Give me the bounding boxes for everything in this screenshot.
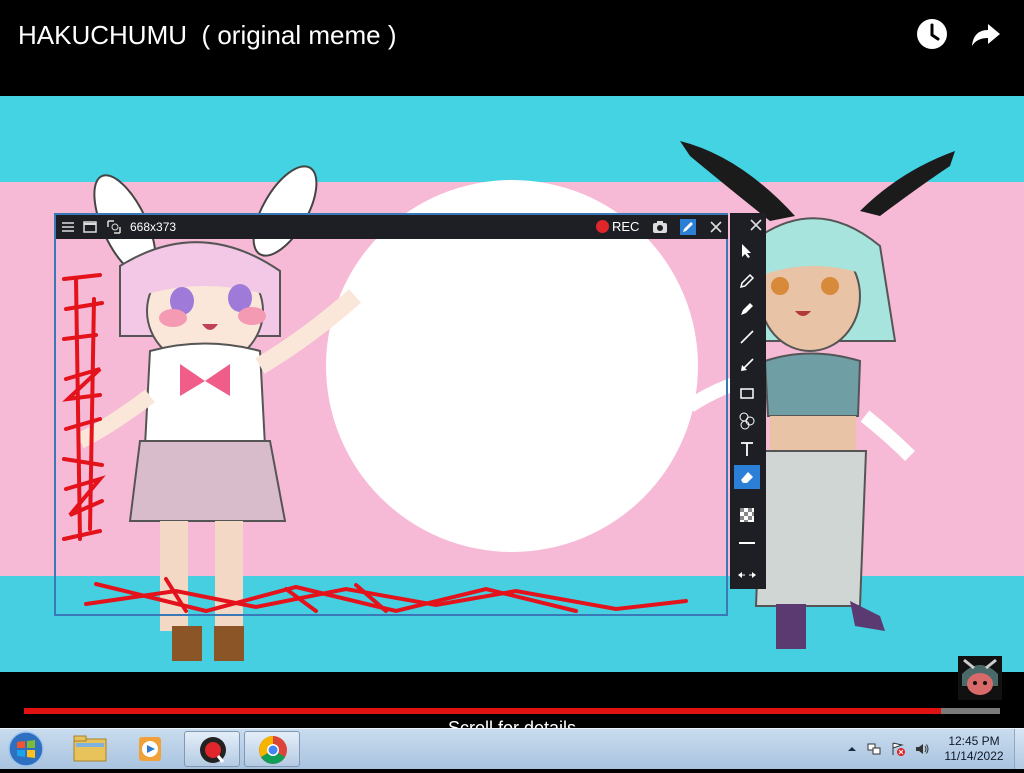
marker-icon[interactable]: [734, 297, 760, 321]
red-annotation-scribbles: [62, 273, 688, 614]
video-title: HAKUCHUMU ( original meme ): [18, 20, 397, 50]
numbering-icon[interactable]: [734, 409, 760, 433]
volume-icon[interactable]: [914, 741, 930, 757]
recorder-capture-window[interactable]: 668x373 REC: [54, 213, 728, 616]
record-dot-icon[interactable]: [596, 220, 609, 233]
blur-icon[interactable]: [734, 503, 760, 527]
draw-mode-icon[interactable]: [680, 219, 696, 235]
toggle-panel-icon[interactable]: [734, 563, 760, 587]
share-icon[interactable]: [970, 18, 1002, 50]
text-icon[interactable]: [734, 437, 760, 461]
progress-fill: [24, 708, 942, 714]
chrome[interactable]: [244, 731, 300, 767]
pointer-icon[interactable]: [734, 239, 760, 263]
close-icon[interactable]: [748, 217, 764, 233]
taskbar: 12:45 PM 11/14/2022: [0, 728, 1024, 769]
file-explorer[interactable]: [62, 731, 118, 767]
action-center-icon[interactable]: [890, 741, 906, 757]
rec-button[interactable]: REC: [612, 219, 639, 234]
recorder-app-icon: [200, 737, 226, 763]
close-icon[interactable]: [708, 219, 724, 235]
show-hidden-icons-icon[interactable]: [844, 741, 860, 757]
channel-avatar[interactable]: [958, 656, 1002, 700]
camera-icon[interactable]: [652, 219, 668, 235]
watch-later-icon[interactable]: [916, 18, 948, 50]
region-select-icon[interactable]: [106, 219, 122, 235]
line-icon[interactable]: [734, 325, 760, 349]
rectangle-icon[interactable]: [734, 381, 760, 405]
scroll-hint: Scroll for details: [447, 718, 577, 728]
clock-date: 11/14/2022: [944, 749, 1004, 763]
video-title-bar: HAKUCHUMU ( original meme ): [0, 0, 1024, 96]
player-controls: Scroll for details: [0, 672, 1024, 728]
show-desktop-button[interactable]: [1014, 729, 1024, 769]
system-clock[interactable]: 12:45 PM 11/14/2022: [940, 734, 1008, 764]
window-mode-icon[interactable]: [82, 219, 98, 235]
chrome-icon: [259, 736, 287, 764]
capture-size-label: 668x373: [130, 220, 177, 234]
menu-icon[interactable]: [60, 219, 76, 235]
pencil-icon[interactable]: [734, 269, 760, 293]
clock-time: 12:45 PM: [948, 734, 1000, 748]
media-player[interactable]: [122, 731, 178, 767]
start-button[interactable]: [6, 730, 46, 768]
eraser-icon[interactable]: [734, 465, 760, 489]
network-icon[interactable]: [866, 741, 882, 757]
line-width-icon[interactable]: [734, 531, 760, 555]
progress-bar[interactable]: [24, 708, 1000, 714]
recorder-toolbar: 668x373 REC: [56, 215, 728, 239]
drawing-tools-panel: [730, 213, 766, 589]
folder-icon: [73, 735, 107, 762]
arrow-icon[interactable]: [734, 353, 760, 377]
recorder-app[interactable]: [184, 731, 240, 767]
media-player-icon: [139, 737, 161, 761]
